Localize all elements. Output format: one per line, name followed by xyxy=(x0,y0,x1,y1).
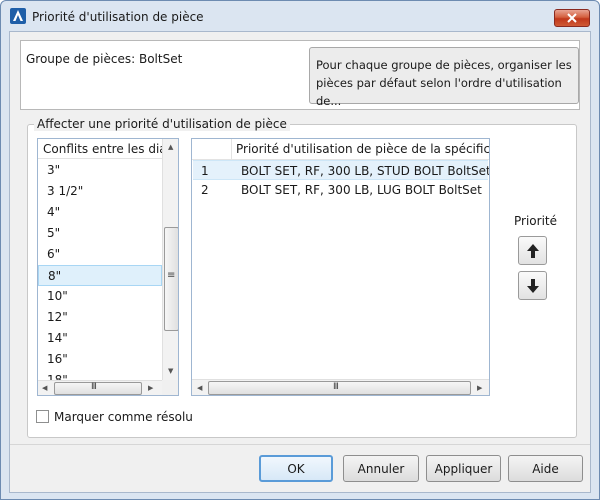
size-list-item[interactable]: 14" xyxy=(38,328,162,349)
scroll-corner xyxy=(162,380,178,395)
spec-grid-header: Priorité d'utilisation de pièce de la sp… xyxy=(192,139,489,160)
ok-button[interactable]: OK xyxy=(259,455,333,482)
cancel-button[interactable]: Annuler xyxy=(343,455,419,482)
grip-icon: III xyxy=(333,382,339,392)
title-bar[interactable]: Priorité d'utilisation de pièce xyxy=(1,1,599,31)
apply-button[interactable]: Appliquer xyxy=(426,455,501,482)
close-button[interactable] xyxy=(554,9,590,27)
scroll-down-arrow-icon[interactable]: ▼ xyxy=(168,367,173,375)
group-label: Groupe de pièces: BoltSet xyxy=(26,52,183,66)
grip-icon: ≡ xyxy=(167,270,176,281)
spec-hscroll-thumb[interactable]: III xyxy=(208,381,471,395)
size-list-item[interactable]: 3 1/2" xyxy=(38,181,162,202)
sizes-scroll-thumb[interactable]: ≡ xyxy=(164,227,178,331)
spec-grid-header-name[interactable]: Priorité d'utilisation de pièce de la sp… xyxy=(236,142,489,156)
autocad-a-icon xyxy=(10,8,26,24)
priority-label: Priorité xyxy=(514,214,557,228)
sizes-list-header[interactable]: Conflits entre les diam xyxy=(38,139,162,159)
size-list-item[interactable]: 5" xyxy=(38,223,162,244)
scroll-right-arrow-icon[interactable]: ▶ xyxy=(477,384,482,392)
spec-row-name: BOLT SET, RF, 300 LB, STUD BOLT BoltSet xyxy=(241,164,490,178)
size-list-item[interactable]: 8" xyxy=(38,265,162,286)
dialog-client-area: Groupe de pièces: BoltSet Pour chaque gr… xyxy=(9,31,591,493)
close-icon xyxy=(567,13,577,23)
help-button[interactable]: Aide xyxy=(508,455,583,482)
spec-table-row[interactable]: 2 BOLT SET, RF, 300 LB, LUG BOLT BoltSet xyxy=(193,180,488,200)
sizes-hscroll-thumb[interactable]: III xyxy=(54,382,142,395)
size-list-item[interactable]: 10" xyxy=(38,286,162,307)
spec-horizontal-scrollbar[interactable]: ◀ III ▶ xyxy=(192,379,489,395)
window-title: Priorité d'utilisation de pièce xyxy=(32,10,204,24)
priority-groupbox-legend: Affecter une priorité d'utilisation de p… xyxy=(34,117,290,131)
dialog-window: Priorité d'utilisation de pièce Groupe d… xyxy=(0,0,600,500)
grip-icon: III xyxy=(91,382,97,392)
mark-resolved-label[interactable]: Marquer comme résolu xyxy=(54,410,193,424)
scroll-left-arrow-icon[interactable]: ◀ xyxy=(42,384,47,392)
mark-resolved-checkbox[interactable] xyxy=(36,410,49,423)
spec-priority-grid[interactable]: Priorité d'utilisation de pièce de la sp… xyxy=(191,138,490,396)
sizes-horizontal-scrollbar[interactable]: ◀ III ▶ xyxy=(38,380,162,395)
scroll-left-arrow-icon[interactable]: ◀ xyxy=(197,384,202,392)
size-list-item[interactable]: 16" xyxy=(38,349,162,370)
sizes-list[interactable]: Conflits entre les diam 3"3 1/2"4"5"6"8"… xyxy=(37,138,179,396)
spec-row-number: 1 xyxy=(201,164,209,178)
scroll-right-arrow-icon[interactable]: ▶ xyxy=(148,384,153,392)
move-down-button[interactable] xyxy=(518,271,547,300)
spec-table-row[interactable]: 1 BOLT SET, RF, 300 LB, STUD BOLT BoltSet xyxy=(193,160,490,180)
spec-grid-header-number xyxy=(192,139,232,160)
size-list-item[interactable]: 4" xyxy=(38,202,162,223)
arrow-up-icon xyxy=(526,243,539,258)
move-up-button[interactable] xyxy=(518,236,547,265)
arrow-down-icon xyxy=(526,278,539,293)
scroll-up-arrow-icon[interactable]: ▲ xyxy=(168,143,173,151)
bottom-separator xyxy=(10,444,590,445)
spec-row-name: BOLT SET, RF, 300 LB, LUG BOLT BoltSet xyxy=(241,183,482,197)
group-panel: Groupe de pièces: BoltSet Pour chaque gr… xyxy=(20,40,580,110)
size-list-item[interactable]: 12" xyxy=(38,307,162,328)
size-list-item[interactable]: 3" xyxy=(38,160,162,181)
spec-row-number: 2 xyxy=(201,183,209,197)
size-list-item[interactable]: 6" xyxy=(38,244,162,265)
info-box: Pour chaque groupe de pièces, organiser … xyxy=(309,47,579,108)
sizes-vertical-scrollbar[interactable]: ▲ ≡ ▼ xyxy=(162,139,178,380)
